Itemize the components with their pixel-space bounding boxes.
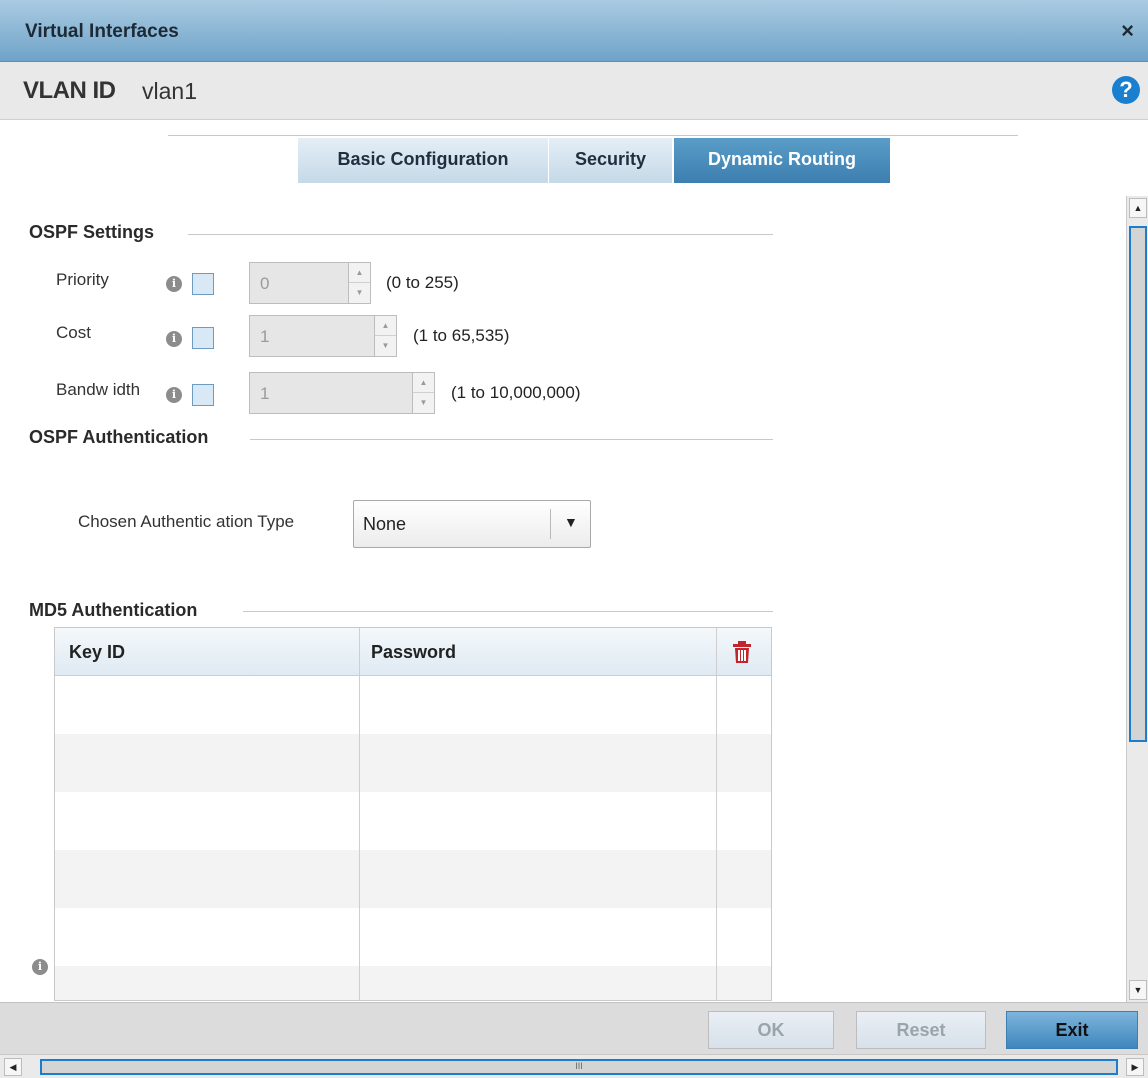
tab-dynamic-routing[interactable]: Dynamic Routing (674, 138, 890, 183)
cost-range: (1 to 65,535) (413, 326, 510, 345)
tab-security[interactable]: Security (548, 138, 672, 183)
close-icon[interactable]: × (1121, 20, 1134, 42)
vertical-scroll-thumb[interactable] (1129, 226, 1147, 742)
authentication-type-value: None (363, 514, 407, 534)
spin-up-icon[interactable]: ▲ (349, 263, 370, 283)
column-header-key-id[interactable]: Key ID (69, 642, 125, 663)
dialog-title: Virtual Interfaces (25, 21, 179, 42)
spin-up-icon[interactable]: ▲ (413, 373, 434, 393)
info-icon[interactable]: i (166, 331, 182, 347)
exit-button[interactable]: Exit (1006, 1011, 1138, 1049)
cost-label: Cost (56, 323, 91, 342)
bandwidth-value: 1 (260, 384, 270, 403)
authentication-type-label: Chosen Authentic ation Type (78, 512, 295, 531)
horizontal-scroll-thumb[interactable]: III (40, 1059, 1118, 1075)
priority-value: 0 (260, 274, 270, 293)
table-row (55, 792, 771, 850)
bandwidth-range: (1 to 10,000,000) (451, 383, 581, 402)
info-icon[interactable]: i (32, 959, 48, 975)
section-divider (243, 611, 773, 612)
title-bar: Virtual Interfaces × (0, 0, 1148, 62)
ospf-settings-heading: OSPF Settings (29, 222, 155, 242)
trash-icon[interactable] (731, 640, 753, 664)
priority-label: Priority (56, 270, 109, 289)
table-row (55, 908, 771, 966)
bandwidth-label: Bandw idth (56, 380, 141, 399)
table-header: Key ID Password (55, 628, 771, 676)
vlan-header: VLAN ID vlan1 ? (0, 62, 1148, 120)
scroll-down-icon[interactable]: ▼ (1129, 980, 1147, 1000)
spin-up-icon[interactable]: ▲ (375, 316, 396, 336)
ok-button[interactable]: OK (708, 1011, 834, 1049)
column-header-password[interactable]: Password (371, 642, 456, 663)
ospf-authentication-heading: OSPF Authentication (29, 427, 209, 447)
info-icon[interactable]: i (166, 276, 182, 292)
cost-value: 1 (260, 327, 270, 346)
horizontal-scrollbar[interactable]: ◀ III ▶ (0, 1054, 1148, 1078)
bandwidth-checkbox[interactable] (192, 384, 214, 406)
info-icon[interactable]: i (166, 387, 182, 403)
md5-authentication-heading: MD5 Authentication (29, 600, 198, 620)
virtual-interfaces-dialog: Virtual Interfaces × VLAN ID vlan1 ? Bas… (0, 0, 1148, 1078)
help-icon[interactable]: ? (1112, 76, 1140, 104)
tab-divider (168, 135, 1018, 136)
cost-spinner[interactable]: 1 ▲ ▼ (249, 315, 397, 357)
spin-down-icon[interactable]: ▼ (413, 393, 434, 413)
vlan-id-label: VLAN ID (23, 77, 116, 104)
priority-spinner[interactable]: 0 ▲ ▼ (249, 262, 371, 304)
priority-checkbox[interactable] (192, 273, 214, 295)
authentication-type-select[interactable]: None ▼ (353, 500, 591, 548)
scroll-right-icon[interactable]: ▶ (1126, 1058, 1144, 1076)
md5-key-table: Key ID Password (54, 627, 772, 1001)
bandwidth-spinner[interactable]: 1 ▲ ▼ (249, 372, 435, 414)
scroll-up-icon[interactable]: ▲ (1129, 198, 1147, 218)
chevron-down-icon: ▼ (564, 514, 578, 530)
dialog-footer: OK Reset Exit (0, 1002, 1148, 1054)
priority-range: (0 to 255) (386, 273, 459, 292)
spin-down-icon[interactable]: ▼ (349, 283, 370, 303)
reset-button[interactable]: Reset (856, 1011, 986, 1049)
table-row (55, 676, 771, 734)
section-divider (188, 234, 773, 235)
tab-basic-configuration[interactable]: Basic Configuration (298, 138, 548, 183)
vertical-scrollbar[interactable]: ▲ ▼ (1126, 196, 1148, 1002)
spin-down-icon[interactable]: ▼ (375, 336, 396, 356)
section-divider (250, 439, 773, 440)
table-row (55, 850, 771, 908)
vlan-id-value: vlan1 (142, 78, 197, 104)
table-row (55, 734, 771, 792)
table-row (55, 966, 771, 1000)
scroll-left-icon[interactable]: ◀ (4, 1058, 22, 1076)
cost-checkbox[interactable] (192, 327, 214, 349)
